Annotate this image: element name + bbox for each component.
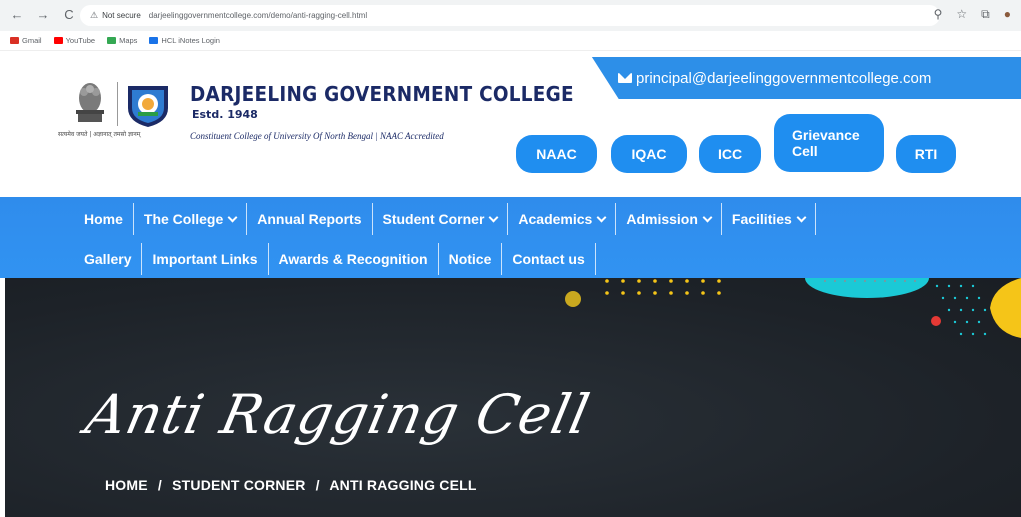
nav-gallery[interactable]: Gallery	[74, 243, 143, 275]
nav-facilities[interactable]: Facilities	[722, 203, 816, 235]
chevron-down-icon	[702, 212, 713, 222]
breadcrumb-separator: /	[315, 477, 320, 493]
nav-home[interactable]: Home	[74, 203, 134, 235]
nav-row-primary: Home The College Annual Reports Student …	[74, 199, 816, 239]
profile-icon[interactable]: ●	[1004, 7, 1011, 22]
established-year: Estd. 1948	[192, 108, 258, 121]
browser-toolbar: ← → C ⚠ Not secure darjeelinggovernmentc…	[0, 0, 1021, 31]
address-bar[interactable]: ⚠ Not secure darjeelinggovernmentcollege…	[80, 5, 940, 26]
bookmark-label: HCL iNotes Login	[161, 36, 220, 45]
cyan-dot-grid	[935, 284, 987, 336]
nav-notice[interactable]: Notice	[439, 243, 503, 275]
chevron-down-icon	[596, 212, 607, 222]
nav-annual-reports[interactable]: Annual Reports	[247, 203, 373, 235]
youtube-icon	[53, 37, 63, 44]
grievance-cell-button[interactable]: Grievance Cell	[774, 114, 884, 172]
zoom-icon[interactable]: ⚲	[934, 7, 943, 22]
star-icon[interactable]: ☆	[956, 7, 967, 22]
nav-student-corner[interactable]: Student Corner	[373, 203, 509, 235]
nav-the-college[interactable]: The College	[134, 203, 248, 235]
red-dot	[931, 316, 941, 326]
chevron-down-icon	[227, 212, 238, 222]
nav-contact-us[interactable]: Contact us	[502, 243, 596, 275]
forward-icon[interactable]: →	[36, 7, 50, 22]
bookmark-label: Gmail	[22, 36, 42, 45]
nav-awards-recognition[interactable]: Awards & Recognition	[269, 243, 439, 275]
national-emblem-icon	[76, 83, 104, 122]
bookmarks-bar: Gmail YouTube Maps HCL iNotes Login	[0, 31, 1021, 51]
naac-button[interactable]: NAAC	[516, 135, 597, 173]
yellow-circle	[565, 291, 581, 307]
iqac-button[interactable]: IQAC	[611, 135, 687, 173]
yellow-corner-shape	[990, 278, 1021, 338]
warning-icon: ⚠	[90, 10, 99, 20]
nav-row-secondary: Gallery Important Links Awards & Recogni…	[74, 239, 596, 279]
main-navigation: Home The College Annual Reports Student …	[0, 197, 1021, 278]
chevron-down-icon	[488, 212, 499, 222]
bookmark-youtube[interactable]: YouTube	[53, 36, 96, 45]
hindi-motto: सत्यमेव जयते | अज्ञानात् तमसो ज्ञानम्	[58, 131, 141, 138]
bookmark-gmail[interactable]: Gmail	[10, 36, 42, 45]
affiliation-text: Constituent College of University Of Nor…	[190, 131, 444, 141]
nav-academics[interactable]: Academics	[508, 203, 617, 235]
maps-icon	[107, 37, 117, 44]
icc-button[interactable]: ICC	[699, 135, 761, 173]
chevron-down-icon	[796, 212, 807, 222]
nav-admission[interactable]: Admission	[616, 203, 722, 235]
bookmark-maps[interactable]: Maps	[107, 36, 137, 45]
yellow-dot-grid	[605, 279, 721, 295]
grievance-label-line2: Cell	[792, 143, 818, 159]
rti-button[interactable]: RTI	[896, 135, 956, 173]
breadcrumb-current: ANTI RAGGING CELL	[329, 477, 477, 493]
page-hero: Anti Ragging Cell HOME / STUDENT CORNER …	[5, 278, 1021, 517]
bookmark-label: Maps	[119, 36, 138, 45]
back-icon[interactable]: ←	[10, 7, 24, 22]
browser-actions: ⚲ ☆ ⧉ ●	[934, 7, 1011, 22]
not-secure-label: Not secure	[102, 11, 141, 20]
browser-nav: ← → C	[10, 7, 76, 22]
breadcrumb: HOME / STUDENT CORNER / ANTI RAGGING CEL…	[105, 477, 477, 493]
mail-icon	[618, 73, 632, 83]
cyan-arc	[805, 278, 929, 298]
reload-icon[interactable]: C	[62, 7, 76, 22]
breadcrumb-separator: /	[157, 477, 162, 493]
breadcrumb-home[interactable]: HOME	[105, 477, 148, 493]
college-name[interactable]: DARJEELING GOVERNMENT COLLEGE	[190, 82, 574, 106]
extensions-icon[interactable]: ⧉	[981, 7, 990, 22]
breadcrumb-student-corner[interactable]: STUDENT CORNER	[172, 477, 305, 493]
email-banner[interactable]: principal@darjeelinggovernmentcollege.co…	[591, 57, 1021, 99]
url-text[interactable]: darjeelinggovernmentcollege.com/demo/ant…	[149, 11, 367, 20]
bookmark-label: YouTube	[65, 36, 96, 45]
logo-divider	[117, 82, 118, 126]
nav-important-links[interactable]: Important Links	[142, 243, 269, 275]
bookmark-hcl[interactable]: HCL iNotes Login	[149, 36, 220, 45]
hcl-icon	[149, 37, 159, 44]
gmail-icon	[10, 37, 19, 44]
principal-email[interactable]: principal@darjeelinggovernmentcollege.co…	[636, 70, 931, 87]
page-title: Anti Ragging Cell	[80, 383, 596, 446]
college-logo-icon[interactable]	[124, 82, 172, 128]
grievance-label-line1: Grievance	[792, 127, 860, 143]
